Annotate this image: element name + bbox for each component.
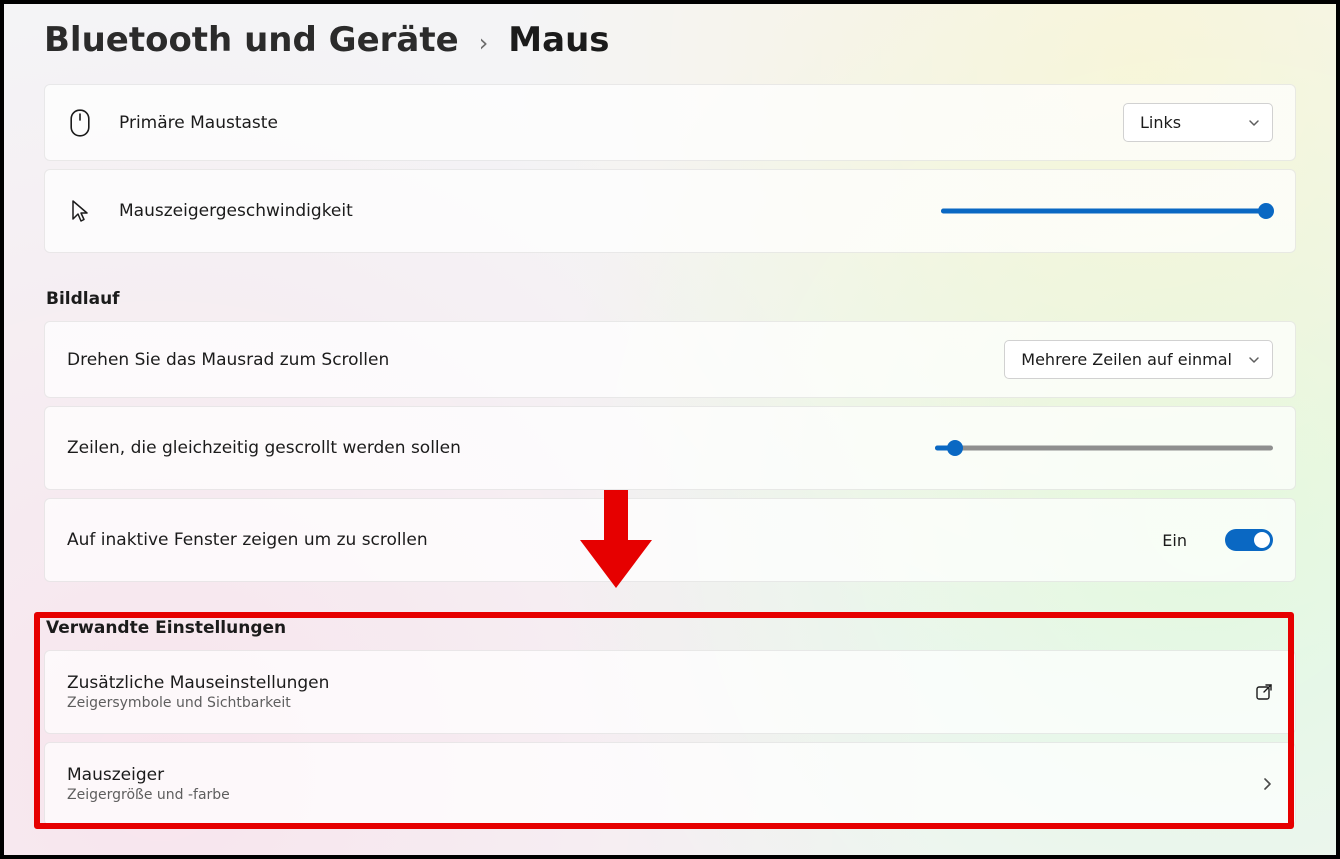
setting-label: Zeilen, die gleichzeitig gescrollt werde… [67,438,461,458]
inactive-scroll-toggle[interactable] [1225,529,1273,551]
setting-label: Auf inaktive Fenster zeigen um zu scroll… [67,530,428,550]
related-mouse-pointer[interactable]: Mauszeiger Zeigergröße und -farbe [44,742,1296,826]
scroll-wheel-select[interactable]: Mehrere Zeilen auf einmal [1004,340,1273,379]
breadcrumb: Bluetooth und Geräte › Maus [44,20,1296,60]
setting-row-primary-button: Primäre Maustaste Links [44,84,1296,161]
link-subtitle: Zeigergröße und -farbe [67,787,230,803]
setting-row-inactive-scroll: Auf inaktive Fenster zeigen um zu scroll… [44,498,1296,582]
setting-row-scroll-wheel: Drehen Sie das Mausrad zum Scrollen Mehr… [44,321,1296,398]
breadcrumb-parent[interactable]: Bluetooth und Geräte [44,20,459,60]
setting-label: Drehen Sie das Mausrad zum Scrollen [67,350,389,370]
related-additional-mouse-settings[interactable]: Zusätzliche Mauseinstellungen Zeigersymb… [44,650,1296,734]
primary-button-select[interactable]: Links [1123,103,1273,142]
link-subtitle: Zeigersymbole und Sichtbarkeit [67,695,329,711]
setting-row-lines-to-scroll: Zeilen, die gleichzeitig gescrollt werde… [44,406,1296,490]
cursor-icon [67,199,93,223]
pointer-speed-slider[interactable] [941,202,1273,220]
setting-row-pointer-speed: Mauszeigergeschwindigkeit [44,169,1296,253]
chevron-right-icon [1261,777,1273,791]
setting-label: Primäre Maustaste [119,113,278,133]
select-value: Links [1140,113,1181,132]
select-value: Mehrere Zeilen auf einmal [1021,350,1232,369]
link-title: Mauszeiger [67,765,230,785]
open-external-icon [1255,683,1273,701]
link-title: Zusätzliche Mauseinstellungen [67,673,329,693]
lines-slider[interactable] [935,439,1273,457]
section-title-scrolling: Bildlauf [46,289,1296,309]
chevron-down-icon [1248,117,1260,129]
setting-label: Mauszeigergeschwindigkeit [119,201,353,221]
section-title-related: Verwandte Einstellungen [46,618,1296,638]
breadcrumb-current: Maus [508,20,609,60]
chevron-right-icon: › [479,29,489,57]
chevron-down-icon [1248,354,1260,366]
mouse-icon [67,109,93,137]
toggle-state-label: Ein [1162,531,1187,550]
